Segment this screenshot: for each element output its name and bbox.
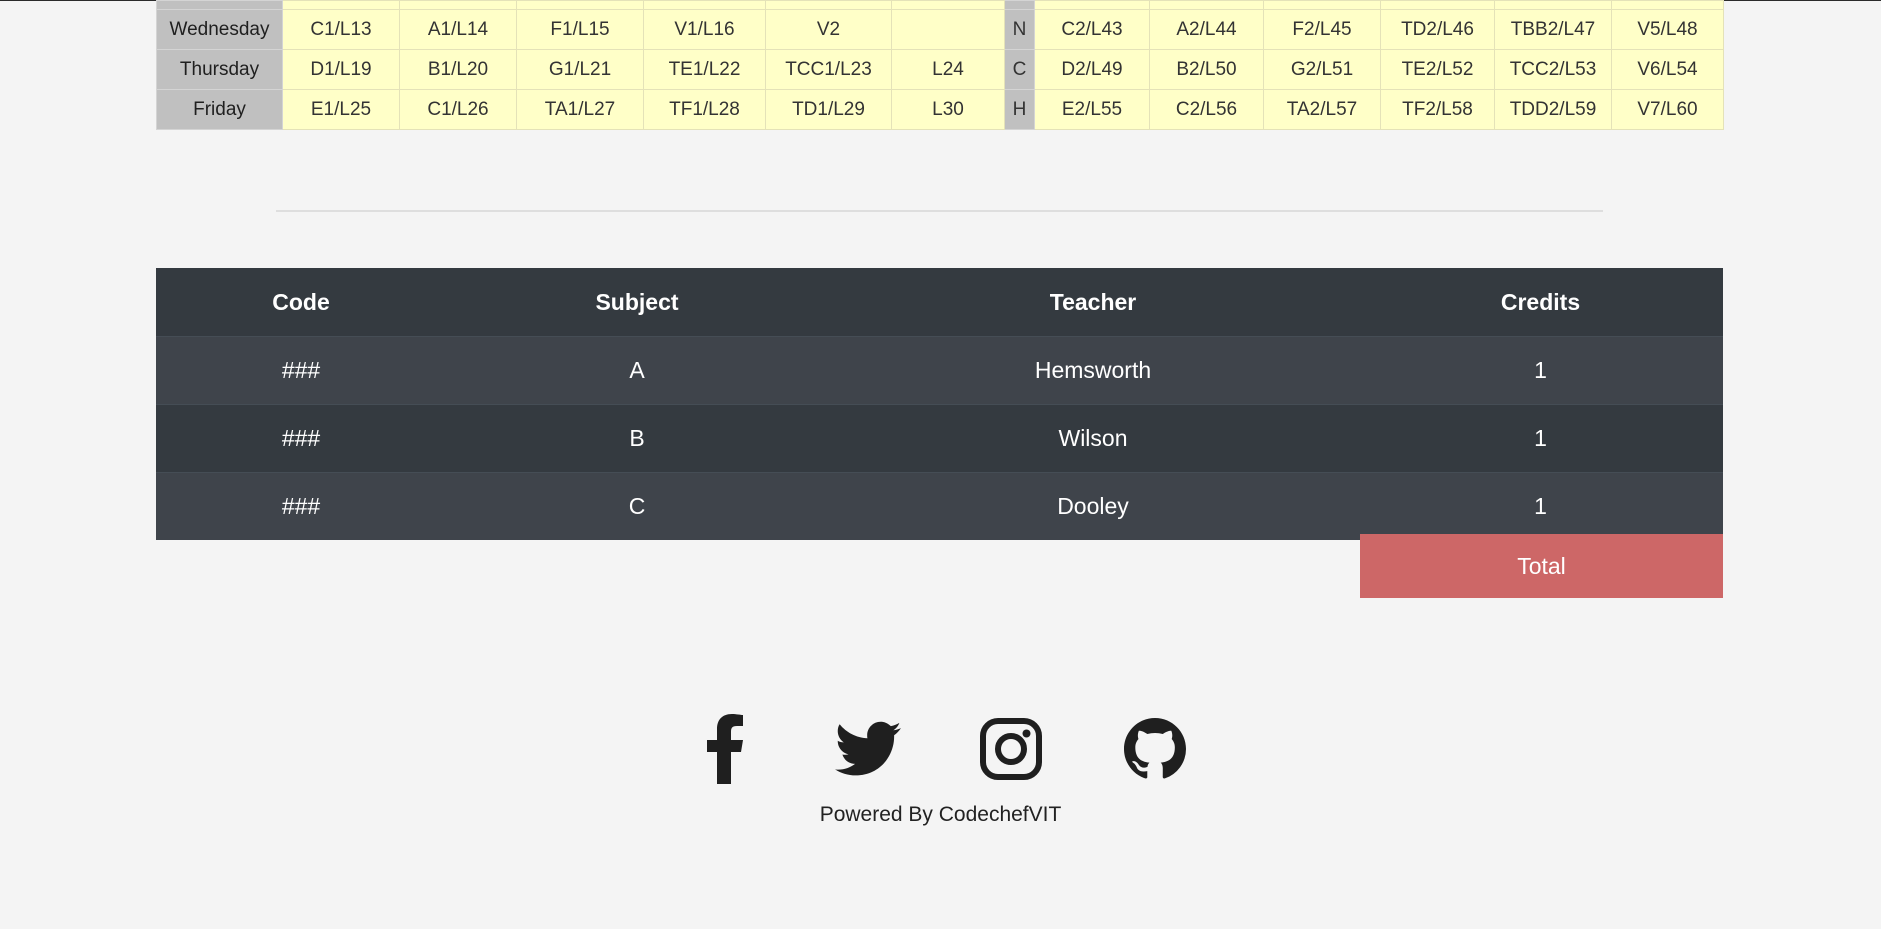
table-row: ### C Dooley 1	[156, 472, 1723, 540]
course-credits: 1	[1358, 404, 1723, 473]
course-subject: C	[446, 472, 828, 540]
slot-cell: C2/L56	[1149, 89, 1264, 130]
lunch-cell: H	[1004, 89, 1035, 130]
timetable-row-friday: Friday E1/L25 C1/L26 TA1/L27 TF1/L28 TD1…	[156, 89, 1724, 130]
course-credits: 1	[1358, 336, 1723, 405]
slot-cell: E1/L25	[282, 89, 400, 130]
day-cell: Thursday	[156, 49, 283, 90]
column-header-subject: Subject	[446, 268, 828, 337]
column-header-code: Code	[156, 268, 446, 337]
slot-cell	[1494, 0, 1612, 10]
lunch-cell	[1004, 0, 1035, 10]
slot-cell: D1/L19	[282, 49, 400, 90]
course-credits: 1	[1358, 472, 1723, 540]
slot-cell: B1/L20	[399, 49, 517, 90]
slot-cell: V2	[765, 9, 892, 50]
course-subject: A	[446, 336, 828, 405]
slot-cell	[1611, 0, 1724, 10]
slot-cell	[1149, 0, 1264, 10]
slot-cell	[891, 0, 1005, 10]
slot-cell: L30	[891, 89, 1005, 130]
slot-cell	[399, 0, 517, 10]
slot-cell: E2/L55	[1034, 89, 1150, 130]
table-row: ### B Wilson 1	[156, 404, 1723, 473]
timetable-row-partial	[156, 0, 1724, 10]
twitter-icon	[835, 721, 901, 776]
slot-cell: B2/L50	[1149, 49, 1264, 90]
slot-cell: A1/L14	[399, 9, 517, 50]
slot-cell: C1/L13	[282, 9, 400, 50]
slot-cell	[1263, 0, 1381, 10]
slot-cell: C1/L26	[399, 89, 517, 130]
course-table: Code Subject Teacher Credits ### A Hemsw…	[156, 268, 1723, 540]
slot-cell: V1/L16	[643, 9, 766, 50]
slot-cell: TE2/L52	[1380, 49, 1495, 90]
section-divider	[276, 210, 1603, 212]
column-header-credits: Credits	[1358, 268, 1723, 337]
slot-cell: G1/L21	[516, 49, 644, 90]
course-table-header: Code Subject Teacher Credits	[156, 268, 1723, 337]
twitter-link[interactable]	[833, 714, 903, 784]
slot-cell	[891, 9, 1005, 50]
facebook-icon	[707, 714, 743, 784]
facebook-link[interactable]	[690, 714, 760, 784]
powered-by-text: Powered By CodechefVIT	[819, 803, 1062, 826]
slot-cell	[1034, 0, 1150, 10]
slot-cell: TA1/L27	[516, 89, 644, 130]
slot-cell: C2/L43	[1034, 9, 1150, 50]
github-link[interactable]	[1120, 714, 1190, 784]
slot-cell: TBB2/L47	[1494, 9, 1612, 50]
instagram-link[interactable]	[976, 714, 1046, 784]
slot-cell: A2/L44	[1149, 9, 1264, 50]
timetable: Wednesday C1/L13 A1/L14 F1/L15 V1/L16 V2…	[156, 0, 1724, 130]
column-header-teacher: Teacher	[828, 268, 1358, 337]
slot-cell: TF1/L28	[643, 89, 766, 130]
slot-cell: V6/L54	[1611, 49, 1724, 90]
slot-cell	[643, 0, 766, 10]
slot-cell: V7/L60	[1611, 89, 1724, 130]
slot-cell: TCC1/L23	[765, 49, 892, 90]
slot-cell: D2/L49	[1034, 49, 1150, 90]
slot-cell	[765, 0, 892, 10]
course-teacher: Dooley	[828, 472, 1358, 540]
instagram-icon	[980, 718, 1042, 780]
course-code: ###	[156, 404, 446, 473]
social-links	[690, 714, 1190, 784]
slot-cell	[282, 0, 400, 10]
slot-cell: TA2/L57	[1263, 89, 1381, 130]
slot-cell: L24	[891, 49, 1005, 90]
slot-cell: TCC2/L53	[1494, 49, 1612, 90]
day-cell: Wednesday	[156, 9, 283, 50]
lunch-cell: C	[1004, 49, 1035, 90]
course-subject: B	[446, 404, 828, 473]
slot-cell: TD2/L46	[1380, 9, 1495, 50]
course-code: ###	[156, 336, 446, 405]
slot-cell: F2/L45	[1263, 9, 1381, 50]
page: Wednesday C1/L13 A1/L14 F1/L15 V1/L16 V2…	[0, 0, 1881, 929]
course-code: ###	[156, 472, 446, 540]
slot-cell: TE1/L22	[643, 49, 766, 90]
course-teacher: Wilson	[828, 404, 1358, 473]
slot-cell: TDD2/L59	[1494, 89, 1612, 130]
slot-cell	[1380, 0, 1495, 10]
day-cell: Friday	[156, 89, 283, 130]
slot-cell: TD1/L29	[765, 89, 892, 130]
slot-cell: TF2/L58	[1380, 89, 1495, 130]
github-icon	[1124, 718, 1186, 779]
slot-cell	[516, 0, 644, 10]
timetable-row-wednesday: Wednesday C1/L13 A1/L14 F1/L15 V1/L16 V2…	[156, 9, 1724, 50]
table-row: ### A Hemsworth 1	[156, 336, 1723, 405]
day-cell	[156, 0, 283, 10]
slot-cell: F1/L15	[516, 9, 644, 50]
slot-cell: V5/L48	[1611, 9, 1724, 50]
course-teacher: Hemsworth	[828, 336, 1358, 405]
slot-cell: G2/L51	[1263, 49, 1381, 90]
total-credits-box: Total	[1360, 534, 1723, 598]
lunch-cell: N	[1004, 9, 1035, 50]
timetable-row-thursday: Thursday D1/L19 B1/L20 G1/L21 TE1/L22 TC…	[156, 49, 1724, 90]
